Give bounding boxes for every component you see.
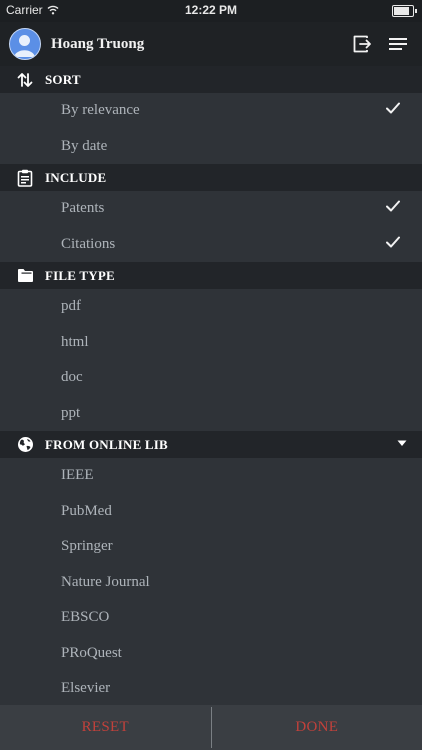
online-lib-pubmed[interactable]: PubMed bbox=[0, 494, 422, 530]
online-lib-springer[interactable]: Springer bbox=[0, 529, 422, 565]
section-header-include: INCLUDE bbox=[0, 164, 422, 191]
reset-button[interactable]: RESET bbox=[0, 705, 211, 750]
list-item-label: ppt bbox=[61, 404, 81, 421]
online-lib-ebsco[interactable]: EBSCO bbox=[0, 600, 422, 636]
include-option-citations[interactable]: Citations bbox=[0, 227, 422, 263]
section-title: FILE TYPE bbox=[45, 267, 115, 283]
avatar[interactable] bbox=[9, 28, 41, 60]
list-item-label: Nature Journal bbox=[61, 573, 150, 590]
online-lib-elsevier[interactable]: Elsevier bbox=[0, 671, 422, 707]
folder-icon bbox=[16, 267, 34, 285]
list-item-label: Elsevier bbox=[61, 680, 111, 697]
online-lib-nature-journal[interactable]: Nature Journal bbox=[0, 565, 422, 601]
logout-button[interactable] bbox=[348, 30, 376, 58]
filter-list: SORT By relevance By date INCLUDE Patent… bbox=[0, 66, 422, 707]
globe-icon bbox=[16, 436, 34, 454]
section-title: INCLUDE bbox=[45, 169, 107, 185]
sort-arrows-icon bbox=[16, 71, 34, 89]
check-icon bbox=[386, 200, 400, 212]
logout-icon bbox=[353, 35, 371, 53]
file-type-html[interactable]: html bbox=[0, 325, 422, 361]
section-title: SORT bbox=[45, 71, 81, 87]
battery-icon bbox=[392, 5, 417, 17]
status-time: 12:22 PM bbox=[184, 3, 238, 17]
list-item-label: PubMed bbox=[61, 502, 112, 519]
list-item-label: EBSCO bbox=[61, 609, 110, 626]
list-item-label: PRoQuest bbox=[61, 644, 122, 661]
user-avatar-icon bbox=[14, 35, 35, 57]
section-header-file-type: FILE TYPE bbox=[0, 262, 422, 289]
menu-icon bbox=[389, 38, 407, 50]
list-item-label: Patents bbox=[61, 200, 105, 217]
file-type-doc[interactable]: doc bbox=[0, 360, 422, 396]
caret-down-icon bbox=[397, 440, 407, 446]
clipboard-icon bbox=[16, 169, 34, 187]
file-type-ppt[interactable]: ppt bbox=[0, 396, 422, 432]
list-item-label: IEEE bbox=[61, 467, 94, 484]
section-header-online-lib[interactable]: FROM ONLINE LIB bbox=[0, 431, 422, 458]
list-item-label: doc bbox=[61, 369, 83, 386]
section-title: FROM ONLINE LIB bbox=[45, 436, 168, 452]
username: Hoang Truong bbox=[51, 35, 145, 52]
list-item-label: By date bbox=[61, 137, 108, 154]
file-type-pdf[interactable]: pdf bbox=[0, 289, 422, 325]
list-item-label: html bbox=[61, 333, 89, 350]
menu-button[interactable] bbox=[384, 30, 412, 58]
include-option-patents[interactable]: Patents bbox=[0, 191, 422, 227]
list-item-label: Citations bbox=[61, 235, 116, 252]
check-icon bbox=[386, 102, 400, 114]
sort-option-date[interactable]: By date bbox=[0, 129, 422, 165]
section-header-sort: SORT bbox=[0, 66, 422, 93]
footer-bar: RESET DONE bbox=[0, 705, 422, 750]
done-button[interactable]: DONE bbox=[212, 705, 422, 750]
sort-option-relevance[interactable]: By relevance bbox=[0, 93, 422, 129]
list-item-label: By relevance bbox=[61, 102, 140, 119]
list-item-label: pdf bbox=[61, 298, 81, 315]
check-icon bbox=[386, 236, 400, 247]
online-lib-proquest[interactable]: PRoQuest bbox=[0, 636, 422, 672]
online-lib-ieee[interactable]: IEEE bbox=[0, 458, 422, 494]
list-item-label: Springer bbox=[61, 538, 113, 555]
app-header: Hoang Truong bbox=[0, 22, 422, 66]
status-bar: Carrier 12:22 PM bbox=[0, 0, 422, 22]
